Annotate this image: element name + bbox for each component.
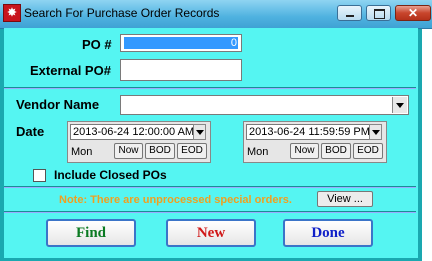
external-po-label: External PO# [30,63,111,78]
date-to-day: Mon [247,146,269,158]
find-button[interactable]: Find [46,219,136,247]
po-number-value: 0 [124,37,238,49]
maximize-icon [374,9,385,19]
minimize-button[interactable] [337,5,362,21]
app-icon: ✸ [3,4,21,22]
date-from-picker: 2013-06-24 12:00:00 AM Mon Now BOD EOD [67,121,211,163]
include-closed-label[interactable]: Include Closed POs [54,168,167,182]
date-to-picker: 2013-06-24 11:59:59 PM Mon Now BOD EOD [243,121,387,163]
divider [4,87,416,89]
dialog-body: PO # 0 External PO# Vendor Name Date 201… [4,28,418,258]
chevron-down-icon[interactable] [193,124,206,140]
minimize-icon [346,15,354,17]
dialog-window: ✸ Search For Purchase Order Records ✕ PO… [0,0,432,261]
divider [4,211,416,213]
date-to-bod-button[interactable]: BOD [321,143,351,159]
view-button[interactable]: View ... [317,191,373,207]
date-to-now-button[interactable]: Now [290,143,319,159]
date-to-eod-button[interactable]: EOD [353,143,383,159]
date-from-field[interactable]: 2013-06-24 12:00:00 AM [70,124,194,140]
divider [4,186,416,188]
chevron-down-icon[interactable] [369,124,382,140]
date-label: Date [16,124,45,139]
po-number-field[interactable]: 0 [120,34,242,52]
po-label: PO # [82,37,112,52]
maximize-button[interactable] [366,5,391,21]
include-closed-checkbox[interactable] [33,169,46,182]
date-to-field[interactable]: 2013-06-24 11:59:59 PM [246,124,370,140]
vendor-name-select[interactable] [120,95,409,115]
new-button[interactable]: New [166,219,256,247]
date-from-eod-button[interactable]: EOD [177,143,207,159]
unprocessed-orders-note: Note: There are unprocessed special orde… [59,194,292,206]
close-button[interactable]: ✕ [395,5,431,21]
chevron-down-icon[interactable] [392,97,407,113]
window-title: Search For Purchase Order Records [24,6,220,20]
date-from-now-button[interactable]: Now [114,143,143,159]
external-po-field[interactable] [120,59,242,81]
vendor-name-label: Vendor Name [16,97,100,112]
title-bar[interactable]: ✸ Search For Purchase Order Records ✕ [0,0,432,29]
date-from-bod-button[interactable]: BOD [145,143,175,159]
date-from-day: Mon [71,146,93,158]
close-icon: ✕ [408,6,419,20]
done-button[interactable]: Done [283,219,373,247]
